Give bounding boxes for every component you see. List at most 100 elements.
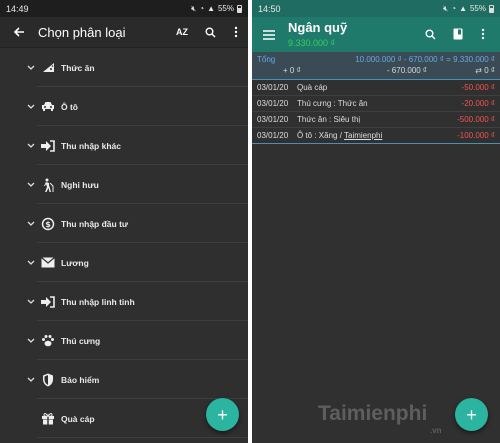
status-bar: 14:50 🔇︎ ◔ ▲ 55% [252,0,500,17]
right-screen: 14:50 🔇︎ ◔ ▲ 55% Ngân quỹ 9.330.000 ₫ Tổ… [252,0,500,443]
category-list: Thức ăn Ô tô Thu nhập khác Nghỉ hưu $ Th… [0,48,248,438]
category-item-retirement[interactable]: Nghỉ hưu [0,165,248,204]
transaction-date: 03/01/20 [257,115,289,124]
dollar-refresh-icon: $ [41,217,55,231]
chevron-down-icon[interactable] [27,142,35,150]
transaction-row[interactable]: 03/01/20 Quà cáp -50.000 ₫ [252,80,500,96]
battery-percent: 55% [469,4,486,13]
transaction-row[interactable]: 03/01/20 Thức ăn : Siêu thị -500.000 ₫ [252,112,500,128]
category-label: Quà cáp [61,413,95,424]
category-label: Nghỉ hưu [61,179,99,190]
transaction-date: 03/01/20 [257,83,289,92]
transaction-category: Thức ăn : Siêu thị [297,115,361,124]
summary-formula: 10.000.000 ₫ - 670.000 ₫ = 9.330.000 ₫ [355,55,495,64]
summary-label: Tổng [257,55,276,64]
transaction-category: Thú cưng : Thức ăn [297,99,368,108]
chevron-down-icon[interactable] [27,298,35,306]
transaction-amount: -20.000 ₫ [461,99,495,108]
category-item-other-income[interactable]: Thu nhập khác [0,126,248,165]
add-transaction-button[interactable]: + [455,398,488,431]
category-item-pets[interactable]: Thú cưng [0,321,248,360]
status-icons: 🔇︎ ◔ ▲ 55% [443,4,494,14]
transaction-list: 03/01/20 Quà cáp -50.000 ₫ 03/01/20 Thú … [252,80,500,144]
account-balance: 9.330.000 ₫ [288,38,336,48]
account-title: Ngân quỹ [288,20,348,35]
transaction-description: Quà cáp [297,83,462,92]
transaction-row[interactable]: 03/01/20 Ô tô : Xăng / Taimienphi -100.0… [252,128,500,144]
watermark-suffix: .vn [430,426,442,435]
category-item-investment-income[interactable]: $ Thu nhập đầu tư [0,204,248,243]
left-screen: 14:49 🔇︎ ◔ ▲ 55% Chọn phân loại AZ Thức … [0,0,248,443]
battery-icon [237,4,242,13]
wifi-icon: ◔ [199,4,205,13]
transaction-row[interactable]: 03/01/20 Thú cưng : Thức ăn -20.000 ₫ [252,96,500,112]
sort-az-button[interactable]: AZ [171,21,193,43]
book-icon[interactable] [447,23,469,45]
gift-icon [41,412,55,426]
search-icon[interactable] [199,21,221,43]
chevron-down-icon[interactable] [27,259,35,267]
back-arrow-icon[interactable] [8,21,30,43]
summary-transfer: ⇄ 0 ₫ [475,66,495,75]
category-item-salary[interactable]: Lương [0,243,248,282]
category-label: Bảo hiểm [61,374,100,385]
category-label: Thu nhập khác [61,140,121,151]
category-item-misc-income[interactable]: Thu nhập linh tinh [0,282,248,321]
summary-income: + 0 ₫ [283,66,301,75]
category-label: Ô tô [61,101,78,112]
sign-in-icon [41,139,55,153]
envelope-icon [41,256,55,270]
more-vert-icon[interactable] [225,21,247,43]
category-label: Thức ăn [61,62,95,73]
signal-icon: ▲ [459,4,467,13]
wifi-icon: ◔ [451,4,457,13]
car-icon [41,100,55,114]
summary-expense: - 670.000 ₫ [386,66,428,75]
transaction-amount: -50.000 ₫ [461,83,495,92]
mute-icon: 🔇︎ [443,3,449,13]
more-vert-icon[interactable] [472,23,494,45]
transaction-payee: Taimienphi [344,131,383,140]
transaction-category: Ô tô : Xăng / [297,131,344,140]
chevron-down-icon[interactable] [27,220,35,228]
category-label: Thu nhập linh tinh [61,296,135,307]
chevron-down-icon[interactable] [27,376,35,384]
paw-icon [41,334,55,348]
sort-az-label: AZ [176,27,188,37]
svg-text:$: $ [45,220,51,229]
chevron-down-icon[interactable] [27,64,35,72]
elderly-walker-icon [41,178,55,192]
transaction-category: Quà cáp [297,83,328,92]
transaction-date: 03/01/20 [257,99,289,108]
signal-icon: ▲ [207,4,215,13]
chevron-down-icon[interactable] [27,103,35,111]
transaction-description: Thức ăn : Siêu thị [297,115,457,124]
category-label: Thú cưng [61,335,101,346]
sign-in-icon [41,295,55,309]
category-item-insurance[interactable]: Bảo hiểm [0,360,248,399]
category-item-food[interactable]: Thức ăn [0,48,248,87]
summary-panel[interactable]: Tổng 10.000.000 ₫ - 670.000 ₫ = 9.330.00… [252,52,500,80]
category-label: Thu nhập đầu tư [61,218,129,229]
battery-percent: 55% [217,4,234,13]
page-title: Chọn phân loại [38,24,126,40]
search-icon[interactable] [419,23,441,45]
transaction-description: Ô tô : Xăng / Taimienphi [297,131,457,140]
app-bar: Ngân quỹ 9.330.000 ₫ [252,17,500,52]
chevron-down-icon[interactable] [27,337,35,345]
menu-icon[interactable] [258,24,280,46]
status-time: 14:50 [258,3,281,14]
chevron-down-icon[interactable] [27,181,35,189]
status-time: 14:49 [6,3,29,14]
add-icon: + [217,404,228,425]
mute-icon: 🔇︎ [191,3,197,13]
watermark-logo: Taimienphi .vn [318,402,458,438]
transaction-amount: -100.000 ₫ [457,131,495,140]
category-label: Lương [61,257,89,268]
app-bar: Chọn phân loại AZ [0,17,248,48]
status-bar: 14:49 🔇︎ ◔ ▲ 55% [0,0,248,17]
transaction-date: 03/01/20 [257,131,289,140]
add-icon: + [466,404,477,425]
add-category-button[interactable]: + [206,398,239,431]
category-item-car[interactable]: Ô tô [0,87,248,126]
